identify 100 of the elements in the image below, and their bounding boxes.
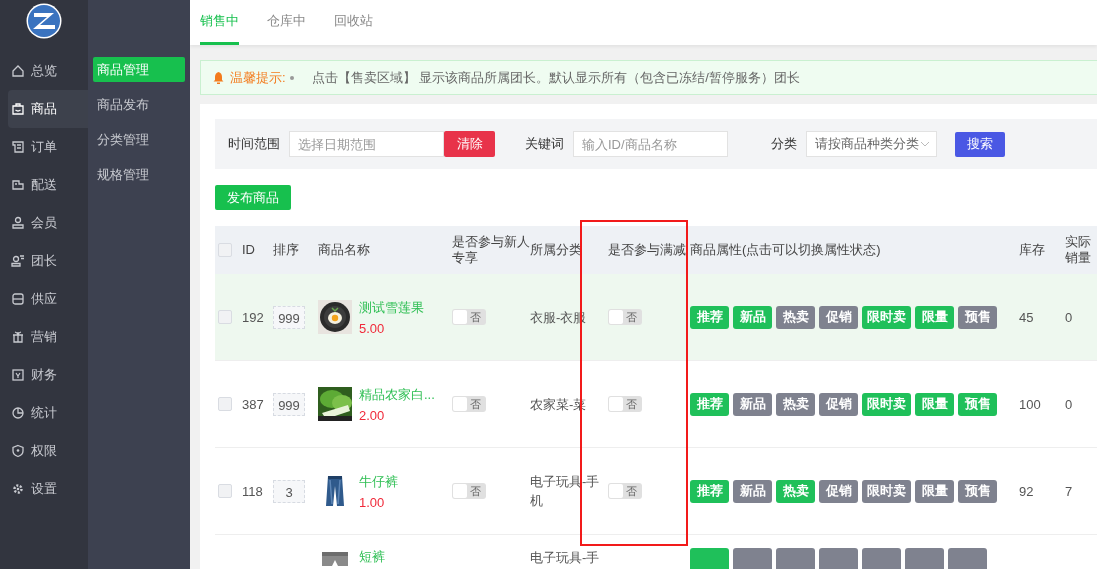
attribute-tag[interactable]: 限量	[915, 479, 954, 503]
tab[interactable]: 回收站	[334, 0, 373, 45]
attribute-tag[interactable]: 新品	[733, 305, 772, 329]
product-name[interactable]: 短裤	[359, 548, 385, 566]
pie-chart-icon	[11, 406, 25, 420]
publish-button[interactable]: 发布商品	[215, 185, 291, 210]
menu-item[interactable]: 财务	[8, 356, 88, 394]
attribute-tag[interactable]: 促销	[819, 392, 858, 416]
attribute-tag[interactable]	[733, 548, 772, 569]
box-icon	[11, 292, 25, 306]
attribute-tag[interactable]	[905, 548, 944, 569]
column-header: 排序	[273, 242, 299, 258]
table-cell-text: 0	[1065, 308, 1073, 327]
toggle-switch[interactable]: 否	[608, 309, 642, 325]
menu-item[interactable]: 商品	[8, 90, 88, 128]
clear-button[interactable]: 清除	[444, 131, 495, 157]
sort-field[interactable]: 3	[273, 479, 305, 503]
attribute-tag[interactable]: 推荐	[690, 305, 729, 329]
product-price: 1.00	[359, 494, 386, 510]
product-name[interactable]: 牛仔裤	[359, 472, 398, 491]
toggle-switch[interactable]: 否	[452, 483, 486, 499]
attribute-tag[interactable]: 限时卖	[862, 392, 911, 416]
column-header: ID	[242, 242, 255, 258]
product-name[interactable]: 测试雪莲果	[359, 298, 424, 317]
menu-item[interactable]: 团长	[8, 242, 88, 280]
attribute-tag[interactable]: 预售	[958, 392, 997, 416]
category-select[interactable]: 请按商品种类分类	[806, 131, 937, 157]
menu-item[interactable]: 统计	[8, 394, 88, 432]
toggle-switch[interactable]: 否	[608, 396, 642, 412]
document-icon	[11, 140, 25, 154]
attribute-tag[interactable]: 限时卖	[862, 479, 911, 503]
search-button[interactable]: 搜索	[955, 131, 1005, 157]
column-header: 商品名称	[318, 242, 370, 258]
attribute-tag[interactable]: 限量	[915, 305, 954, 329]
checkbox[interactable]	[218, 397, 232, 411]
product-price: 2.00	[359, 407, 386, 423]
submenu-item[interactable]: 规格管理	[93, 162, 185, 187]
column-header: 库存	[1019, 242, 1045, 258]
sort-field[interactable]: 999	[273, 305, 305, 329]
menu-item[interactable]: 配送	[8, 166, 88, 204]
attribute-tag[interactable]: 新品	[733, 392, 772, 416]
sort-field[interactable]: 999	[273, 392, 305, 416]
product-name[interactable]: 精品农家白...	[359, 385, 435, 404]
toggle-switch[interactable]: 否	[452, 309, 486, 325]
attribute-tag[interactable]: 预售	[958, 479, 997, 503]
gift-icon	[11, 330, 25, 344]
menu-item[interactable]: 总览	[8, 52, 88, 90]
attribute-tag[interactable]: 热卖	[776, 479, 815, 503]
user-icon	[11, 216, 25, 230]
menu-item[interactable]: 会员	[8, 204, 88, 242]
menu-item[interactable]: 营销	[8, 318, 88, 356]
attribute-tag[interactable]: 推荐	[690, 479, 729, 503]
checkbox[interactable]	[218, 243, 232, 257]
product-price: 5.00	[359, 320, 386, 336]
toggle-switch[interactable]: 否	[608, 483, 642, 499]
table-cell-text: 192	[242, 308, 264, 327]
submenu-item[interactable]: 商品发布	[93, 92, 185, 117]
filter-label: 分类	[771, 135, 797, 153]
attribute-tag[interactable]: 限时卖	[862, 305, 911, 329]
attribute-tag[interactable]	[948, 548, 987, 569]
keyword-field[interactable]: 输入ID/商品名称	[573, 131, 728, 157]
attribute-tag[interactable]	[819, 548, 858, 569]
table-cell-text: 100	[1019, 395, 1041, 414]
attribute-tag[interactable]	[690, 548, 729, 569]
menu-item[interactable]: 权限	[8, 432, 88, 470]
table-cell-text: 电子玩具-手	[530, 549, 601, 567]
attribute-tag[interactable]	[776, 548, 815, 569]
date-range-field[interactable]: 选择日期范围	[289, 131, 444, 157]
column-header: 是否参与新人专享	[452, 234, 530, 266]
submenu-item[interactable]: 分类管理	[93, 127, 185, 152]
column-header: 商品属性(点击可以切换属性状态)	[690, 242, 881, 258]
attribute-tag[interactable]: 促销	[819, 305, 858, 329]
bullet-icon	[289, 75, 294, 80]
menu-item[interactable]: 订单	[8, 128, 88, 166]
attribute-tag[interactable]: 热卖	[776, 305, 815, 329]
notice-text: 点击【售卖区域】 显示该商品所属团长。默认显示所有（包含已冻结/暂停服务）团长	[311, 68, 800, 87]
menu-item[interactable]: 设置	[8, 470, 88, 508]
attribute-tag[interactable]: 热卖	[776, 392, 815, 416]
toggle-switch[interactable]: 否	[452, 396, 486, 412]
tab[interactable]: 仓库中	[267, 0, 306, 45]
shield-icon	[11, 444, 25, 458]
submenu-item[interactable]: 商品管理	[93, 57, 185, 82]
attribute-tag[interactable]: 新品	[733, 479, 772, 503]
attribute-tag[interactable]: 推荐	[690, 392, 729, 416]
table-cell-text: 92	[1019, 482, 1034, 501]
tab[interactable]: 销售中	[200, 0, 239, 45]
checkbox[interactable]	[218, 310, 232, 324]
attribute-tag[interactable]: 促销	[819, 479, 858, 503]
house-icon	[11, 64, 25, 78]
chevron-down-icon	[920, 141, 930, 147]
menu-item[interactable]: 供应	[8, 280, 88, 318]
table-cell-text: 0	[1065, 395, 1073, 414]
truck-icon	[11, 178, 25, 192]
user-icon	[11, 254, 25, 268]
table-cell-text: 45	[1019, 308, 1034, 327]
attribute-tag[interactable]: 预售	[958, 305, 997, 329]
checkbox[interactable]	[218, 484, 232, 498]
attribute-tag[interactable]	[862, 548, 901, 569]
attribute-tag[interactable]: 限量	[915, 392, 954, 416]
filter-label: 关键词	[525, 135, 564, 153]
